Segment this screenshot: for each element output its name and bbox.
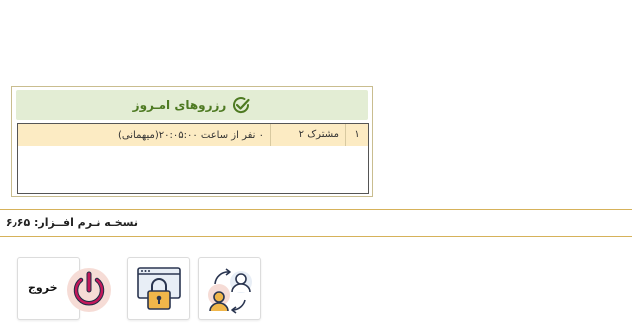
check-circle-icon: [233, 97, 250, 114]
reservations-list[interactable]: ۱ مشترک ۲ ۰ نفر از ساعت ۲۰:۰۵:۰۰(میهمانی…: [17, 123, 369, 194]
user-switch-icon: [208, 268, 252, 314]
switch-user-button[interactable]: [198, 257, 261, 320]
panel-title: رزروهای امـروز: [132, 98, 227, 112]
exit-label: خروج: [28, 281, 58, 294]
row-description: ۰ نفر از ساعت ۲۰:۰۵:۰۰(میهمانی): [118, 129, 264, 141]
row-number: ۱: [345, 124, 368, 146]
todays-reservations-panel: رزروهای امـروز ۱ مشترک ۲ ۰ نفر از ساعت ۲…: [11, 86, 373, 197]
divider: [0, 236, 632, 237]
divider: [0, 209, 632, 210]
lock-screen-button[interactable]: [127, 257, 190, 320]
software-version: نسخـه نـرم افــزار: ۶٫۶۵: [5, 216, 138, 229]
list-item[interactable]: ۱ مشترک ۲ ۰ نفر از ساعت ۲۰:۰۵:۰۰(میهمانی…: [18, 124, 368, 146]
lock-screen-icon: [137, 267, 181, 310]
panel-header: رزروهای امـروز: [16, 90, 368, 120]
row-name: مشترک ۲: [270, 124, 345, 146]
exit-button[interactable]: خروج: [17, 257, 111, 320]
power-icon: [67, 268, 111, 312]
